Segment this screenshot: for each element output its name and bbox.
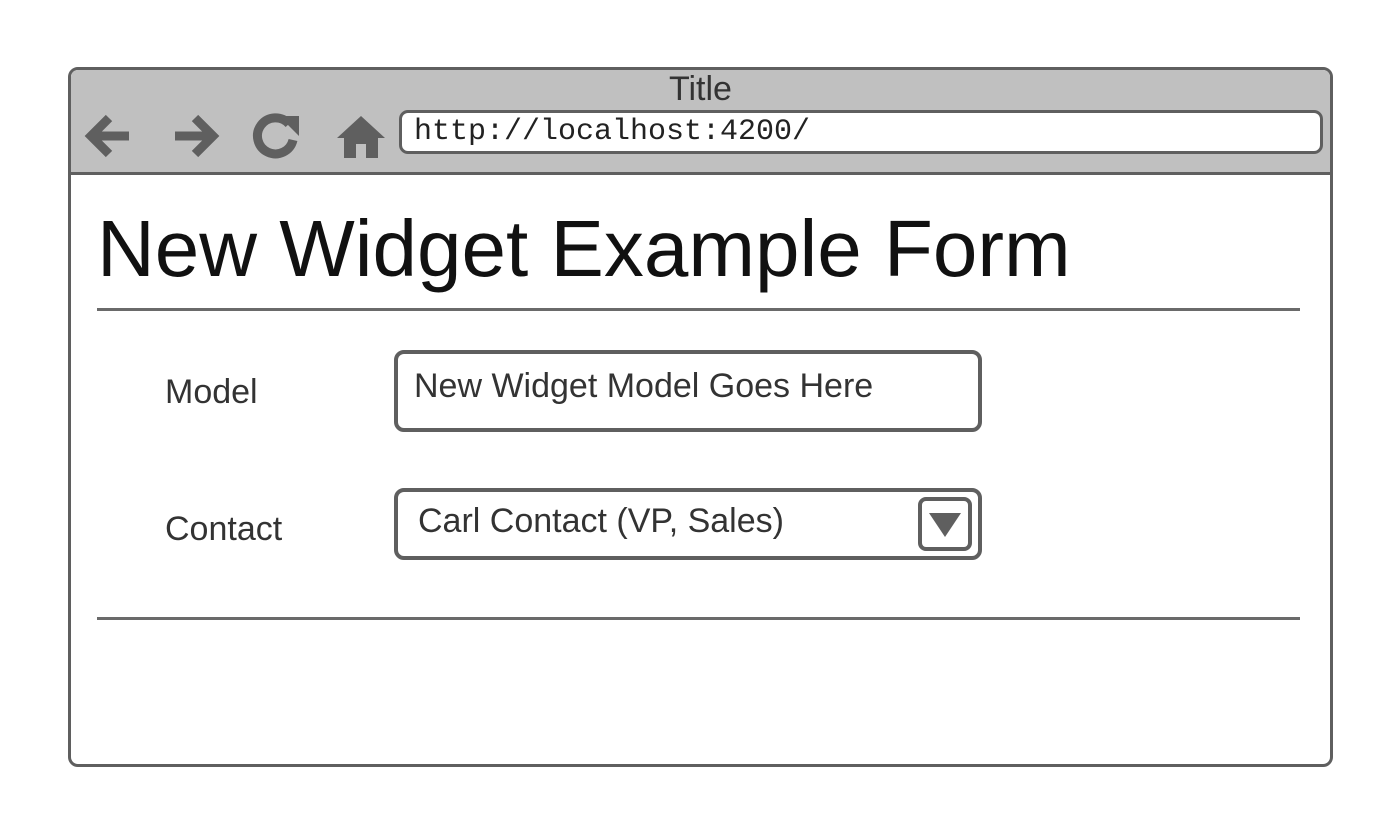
forward-arrow-icon[interactable]: [167, 108, 223, 164]
contact-select[interactable]: Carl Contact (VP, Sales): [394, 488, 982, 560]
window-title: Title: [669, 70, 732, 108]
page-title: New Widget Example Form: [97, 204, 1071, 293]
address-bar-input[interactable]: http://localhost:4200/: [399, 110, 1323, 154]
top-divider: [97, 308, 1300, 311]
bottom-divider: [97, 617, 1300, 620]
model-input[interactable]: New Widget Model Goes Here: [394, 350, 982, 432]
triangle-down-icon: [929, 513, 961, 537]
contact-label: Contact: [165, 510, 283, 548]
model-label: Model: [165, 373, 258, 411]
browser-window: Title http://localhost:4200/ New Widget …: [68, 67, 1333, 767]
back-arrow-icon[interactable]: [81, 108, 137, 164]
browser-toolbar: Title http://localhost:4200/: [71, 70, 1330, 175]
contact-selected-value: Carl Contact (VP, Sales): [418, 502, 784, 540]
home-icon[interactable]: [333, 108, 389, 164]
refresh-icon[interactable]: [247, 108, 303, 164]
dropdown-button[interactable]: [918, 497, 972, 551]
